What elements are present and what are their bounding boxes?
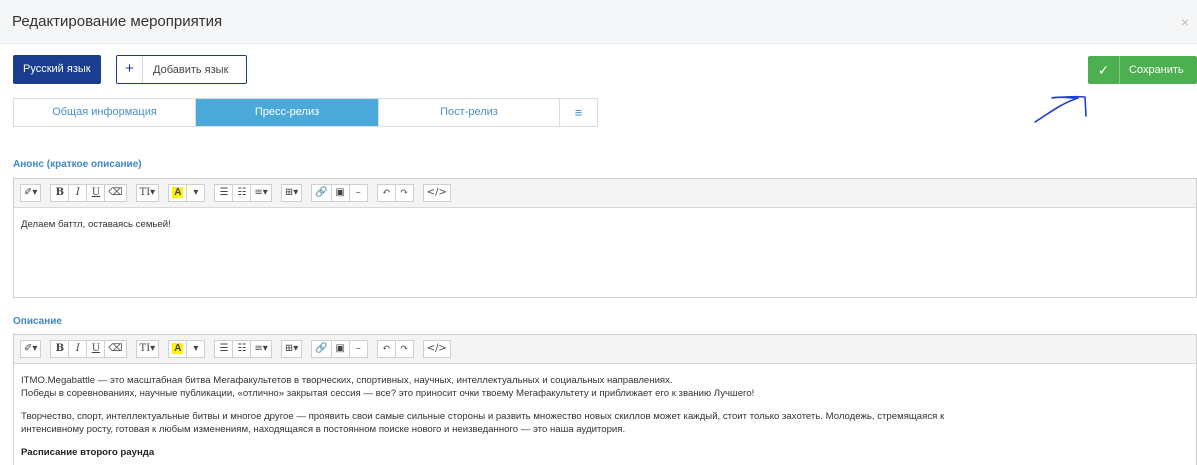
modal-title: Редактирование мероприятия bbox=[12, 13, 223, 30]
add-language-label: Добавить язык bbox=[153, 63, 229, 76]
undo-icon[interactable]: ↶ bbox=[376, 184, 396, 202]
bold-button[interactable]: B bbox=[50, 340, 70, 358]
plus-icon: + bbox=[117, 56, 143, 83]
highlight-button[interactable]: A bbox=[168, 184, 188, 202]
undo-icon[interactable]: ↶ bbox=[376, 340, 396, 358]
tabs-menu-icon[interactable]: ≡ bbox=[560, 99, 597, 126]
save-label: Сохранить bbox=[1129, 64, 1184, 76]
code-view-icon[interactable]: </> bbox=[422, 184, 451, 202]
save-button[interactable]: ✓ Сохранить bbox=[1088, 56, 1197, 84]
unordered-list-icon[interactable]: ☰ bbox=[214, 340, 234, 358]
table-icon[interactable]: ⊞▾ bbox=[280, 340, 303, 358]
eraser-icon[interactable]: ⌫ bbox=[104, 184, 127, 202]
close-icon[interactable]: × bbox=[1181, 14, 1189, 30]
font-size-button[interactable]: TI▾ bbox=[135, 184, 160, 202]
align-icon[interactable]: ≡▾ bbox=[250, 340, 272, 358]
highlight-dropdown-icon[interactable]: ▾ bbox=[186, 340, 206, 358]
pen-scribble-annotation bbox=[1034, 95, 1087, 123]
redo-icon[interactable]: ↷ bbox=[394, 184, 414, 202]
description-toolbar: ✐▾ B I U ⌫ TI▾ A ▾ ☰ ☷ ≡▾ ⊞▾ 🔗 ▣ – ↶ ↷ <… bbox=[14, 335, 1196, 364]
unordered-list-icon[interactable]: ☰ bbox=[214, 184, 234, 202]
align-icon[interactable]: ≡▾ bbox=[250, 184, 272, 202]
ordered-list-icon[interactable]: ☷ bbox=[232, 184, 252, 202]
description-paragraph-1: ITMO.Megabattle — это масштабная битва М… bbox=[21, 374, 1189, 400]
tab-general-info[interactable]: Общая информация bbox=[14, 99, 196, 126]
link-icon[interactable]: 🔗 bbox=[311, 340, 332, 358]
font-size-button[interactable]: TI▾ bbox=[135, 340, 160, 358]
description-paragraph-2: Творчество, спорт, интеллектуальные битв… bbox=[21, 410, 1189, 436]
anons-text: Делаем баттл, оставаясь семьей! bbox=[21, 219, 171, 230]
style-icon[interactable]: ✐▾ bbox=[20, 184, 42, 202]
italic-button[interactable]: I bbox=[68, 340, 88, 358]
tab-post-release[interactable]: Пост-релиз bbox=[379, 99, 560, 126]
description-editor: ✐▾ B I U ⌫ TI▾ A ▾ ☰ ☷ ≡▾ ⊞▾ 🔗 ▣ – ↶ ↷ <… bbox=[13, 334, 1197, 465]
table-icon[interactable]: ⊞▾ bbox=[280, 184, 303, 202]
language-russian-button[interactable]: Русский язык bbox=[13, 55, 101, 84]
highlight-button[interactable]: A bbox=[168, 340, 188, 358]
description-line: Творчество, спорт, интеллектуальные битв… bbox=[21, 411, 945, 422]
style-icon[interactable]: ✐▾ bbox=[20, 340, 42, 358]
anons-editor: ✐▾ B I U ⌫ TI▾ A ▾ ☰ ☷ ≡▾ ⊞▾ 🔗 ▣ – ↶ ↷ <… bbox=[13, 178, 1197, 298]
redo-icon[interactable]: ↷ bbox=[394, 340, 414, 358]
anons-content[interactable]: Делаем баттл, оставаясь семьей! bbox=[14, 208, 1196, 251]
modal-header: Редактирование мероприятия × bbox=[0, 0, 1197, 44]
anons-label: Анонс (краткое описание) bbox=[13, 159, 142, 170]
underline-button[interactable]: U bbox=[86, 340, 106, 358]
image-icon[interactable]: ▣ bbox=[330, 340, 350, 358]
code-view-icon[interactable]: </> bbox=[422, 340, 451, 358]
ordered-list-icon[interactable]: ☷ bbox=[232, 340, 252, 358]
description-line: ITMO.Megabattle — это масштабная битва М… bbox=[21, 375, 673, 386]
link-icon[interactable]: 🔗 bbox=[311, 184, 332, 202]
schedule-heading: Расписание второго раунда bbox=[21, 447, 155, 458]
italic-button[interactable]: I bbox=[68, 184, 88, 202]
bold-button[interactable]: B bbox=[50, 184, 70, 202]
horizontal-rule-icon[interactable]: – bbox=[348, 184, 368, 202]
section-tabs: Общая информация Пресс-релиз Пост-релиз … bbox=[13, 98, 598, 127]
description-line: Победы в соревнованиях, научные публикац… bbox=[21, 388, 755, 399]
description-line: интенсивному росту, готовая к любым изме… bbox=[21, 424, 626, 435]
check-icon: ✓ bbox=[1088, 56, 1120, 84]
add-language-button[interactable]: + Добавить язык bbox=[116, 55, 247, 84]
description-label: Описание bbox=[13, 316, 62, 327]
description-content[interactable]: ITMO.Megabattle — это масштабная битва М… bbox=[14, 364, 1196, 465]
eraser-icon[interactable]: ⌫ bbox=[104, 340, 127, 358]
tab-press-release[interactable]: Пресс-релиз bbox=[196, 99, 379, 126]
highlight-dropdown-icon[interactable]: ▾ bbox=[186, 184, 206, 202]
anons-toolbar: ✐▾ B I U ⌫ TI▾ A ▾ ☰ ☷ ≡▾ ⊞▾ 🔗 ▣ – ↶ ↷ <… bbox=[14, 179, 1196, 208]
horizontal-rule-icon[interactable]: – bbox=[348, 340, 368, 358]
underline-button[interactable]: U bbox=[86, 184, 106, 202]
image-icon[interactable]: ▣ bbox=[330, 184, 350, 202]
